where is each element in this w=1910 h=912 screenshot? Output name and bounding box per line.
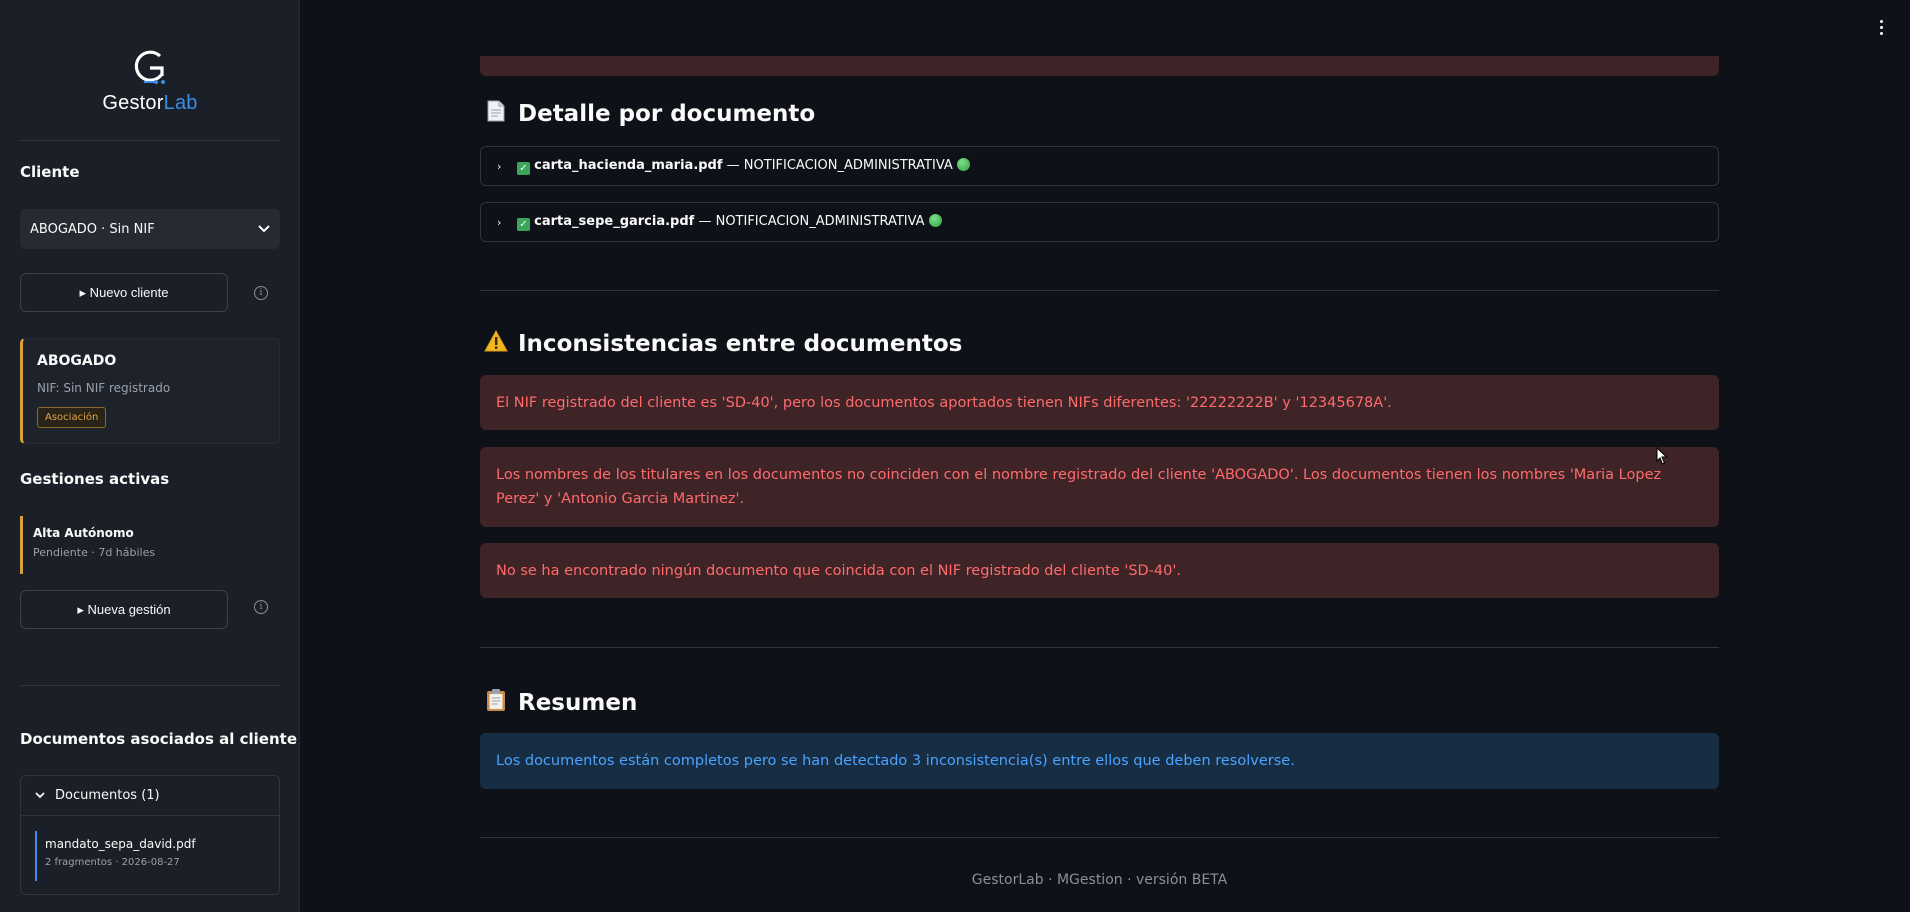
document-expander-label: ✓ carta_hacienda_maria.pdf — NOTIFICACIO… xyxy=(517,157,970,175)
new-client-button[interactable]: ▸ Nuevo cliente xyxy=(20,273,228,312)
sidebar: GestorLab Cliente ABOGADO · Sin NIF ▸ Nu… xyxy=(0,0,300,912)
section-divider xyxy=(480,647,1719,648)
document-file: carta_hacienda_maria.pdf xyxy=(534,157,723,173)
error-alert: No se ha encontrado ningún documento que… xyxy=(480,543,1719,598)
mouse-cursor-icon xyxy=(1656,446,1668,465)
footer-text: GestorLab · MGestion · versión BETA xyxy=(971,872,1228,888)
document-type: — NOTIFICACION_ADMINISTRATIVA xyxy=(722,157,953,173)
chevron-right-icon: › xyxy=(497,159,502,173)
section-title-detalle: Detalle por documento xyxy=(484,100,815,127)
sidebar-divider xyxy=(20,140,280,141)
error-alert: El NIF registrado del cliente es 'SD-40'… xyxy=(480,375,1719,430)
document-type: — NOTIFICACION_ADMINISTRATIVA xyxy=(694,213,925,229)
section-divider xyxy=(480,290,1719,291)
document-expander-label: ✓ carta_sepe_garcia.pdf — NOTIFICACION_A… xyxy=(517,213,942,231)
section-divider xyxy=(480,837,1719,838)
docs-expander: Documentos (1) mandato_sepa_david.pdf 2 … xyxy=(20,775,280,895)
chevron-down-icon xyxy=(35,788,45,803)
document-expander[interactable]: › ✓ carta_sepe_garcia.pdf — NOTIFICACION… xyxy=(480,202,1719,242)
info-alert: Los documentos están completos pero se h… xyxy=(480,733,1719,789)
error-alert: Los nombres de los titulares en los docu… xyxy=(480,447,1719,527)
kebab-menu-icon[interactable] xyxy=(1878,20,1884,40)
gestion-title: Alta Autónomo xyxy=(33,526,134,540)
new-gestion-button[interactable]: ▸ Nueva gestión xyxy=(20,590,228,629)
main-content: Detalle por documento › ✓ carta_hacienda… xyxy=(300,0,1910,912)
check-icon: ✓ xyxy=(517,217,530,231)
app-logo: GestorLab xyxy=(0,50,299,115)
green-dot-icon xyxy=(928,213,942,227)
client-type-badge: Asociación xyxy=(37,407,107,428)
info-icon[interactable]: i xyxy=(254,286,268,300)
document-icon xyxy=(484,100,508,127)
docs-expander-header[interactable]: Documentos (1) xyxy=(21,776,279,816)
warning-icon xyxy=(484,329,508,357)
gestion-status: Pendiente · 7d hábiles xyxy=(33,546,156,559)
section-title-inconsistencias: Inconsistencias entre documentos xyxy=(484,329,963,357)
client-card: ABOGADO NIF: Sin NIF registrado Asociaci… xyxy=(20,338,280,444)
logo-mark-icon xyxy=(130,50,170,86)
docs-expander-label: Documentos (1) xyxy=(55,788,160,803)
client-select-value: ABOGADO · Sin NIF xyxy=(30,221,155,237)
client-select[interactable]: ABOGADO · Sin NIF xyxy=(20,209,280,249)
gestiones-heading: Gestiones activas xyxy=(20,470,170,488)
logo-text-lab: Lab xyxy=(163,92,198,114)
section-title-text: Inconsistencias entre documentos xyxy=(518,330,963,357)
sidebar-divider xyxy=(20,685,280,686)
client-heading: Cliente xyxy=(20,163,80,181)
client-nif: NIF: Sin NIF registrado xyxy=(37,381,171,395)
doc-name: mandato_sepa_david.pdf xyxy=(45,837,196,851)
clipboard-icon xyxy=(484,688,508,717)
chevron-right-icon: › xyxy=(497,215,502,229)
check-icon: ✓ xyxy=(517,161,530,175)
error-alert-partial xyxy=(480,56,1719,76)
info-icon[interactable]: i xyxy=(254,600,268,614)
document-expander[interactable]: › ✓ carta_hacienda_maria.pdf — NOTIFICAC… xyxy=(480,146,1719,186)
section-title-text: Detalle por documento xyxy=(518,100,816,127)
chevron-down-icon xyxy=(258,222,270,237)
section-title-text: Resumen xyxy=(518,689,638,716)
client-name: ABOGADO xyxy=(37,353,117,369)
list-item[interactable]: mandato_sepa_david.pdf 2 fragmentos · 20… xyxy=(35,831,265,881)
doc-meta: 2 fragmentos · 2026-08-27 xyxy=(45,857,180,868)
logo-text-gestor: Gestor xyxy=(102,92,164,114)
section-title-resumen: Resumen xyxy=(484,688,637,717)
green-dot-icon xyxy=(956,157,970,171)
docs-heading: Documentos asociados al cliente xyxy=(20,730,297,748)
gestion-item[interactable]: Alta Autónomo Pendiente · 7d hábiles xyxy=(20,516,280,574)
document-file: carta_sepe_garcia.pdf xyxy=(534,213,695,229)
